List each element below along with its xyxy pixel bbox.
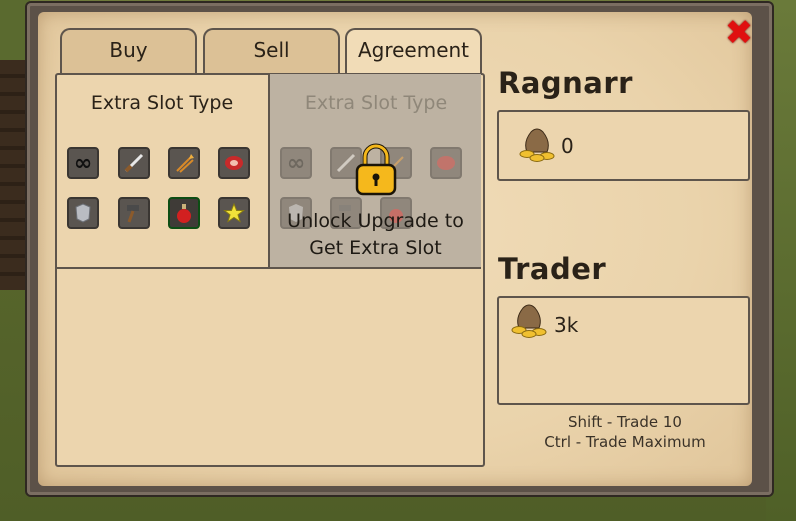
gold-bag-icon [519, 128, 555, 162]
tab-sell[interactable]: Sell [203, 28, 340, 76]
unlock-line-2: Get Extra Slot [309, 237, 442, 259]
lock-icon [355, 143, 397, 196]
player-name: Ragnarr [498, 66, 633, 100]
infinity-icon[interactable]: ∞ [67, 147, 99, 179]
trader-gold-box: 3k [497, 296, 750, 405]
close-icon[interactable]: ✖ [724, 16, 754, 50]
potion-icon[interactable] [168, 197, 200, 229]
gold-bag-icon [511, 304, 547, 338]
meat-icon [430, 147, 462, 179]
meat-icon[interactable] [218, 147, 250, 179]
extra-slot-title-locked: Extra Slot Type [304, 92, 448, 114]
tab-agreement[interactable]: Agreement [345, 28, 482, 76]
hint-ctrl: Ctrl - Trade Maximum [544, 433, 706, 451]
trader-gold-value: 3k [554, 313, 579, 337]
extra-slot-title: Extra Slot Type [90, 92, 234, 114]
hint-shift: Shift - Trade 10 [568, 413, 682, 431]
star-icon[interactable] [218, 197, 250, 229]
player-gold-box: 0 [497, 110, 750, 181]
armor-icon[interactable] [67, 197, 99, 229]
sword-icon[interactable] [118, 147, 150, 179]
hammer-icon[interactable] [118, 197, 150, 229]
unlock-line-1: Unlock Upgrade to [287, 210, 464, 232]
tab-buy[interactable]: Buy [60, 28, 197, 76]
player-gold-value: 0 [561, 134, 574, 158]
infinity-icon: ∞ [280, 147, 312, 179]
arrows-icon[interactable] [168, 147, 200, 179]
unlock-message: Unlock Upgrade to Get Extra Slot [270, 208, 481, 262]
background-grass [0, 0, 30, 60]
trader-name: Trader [498, 252, 607, 286]
